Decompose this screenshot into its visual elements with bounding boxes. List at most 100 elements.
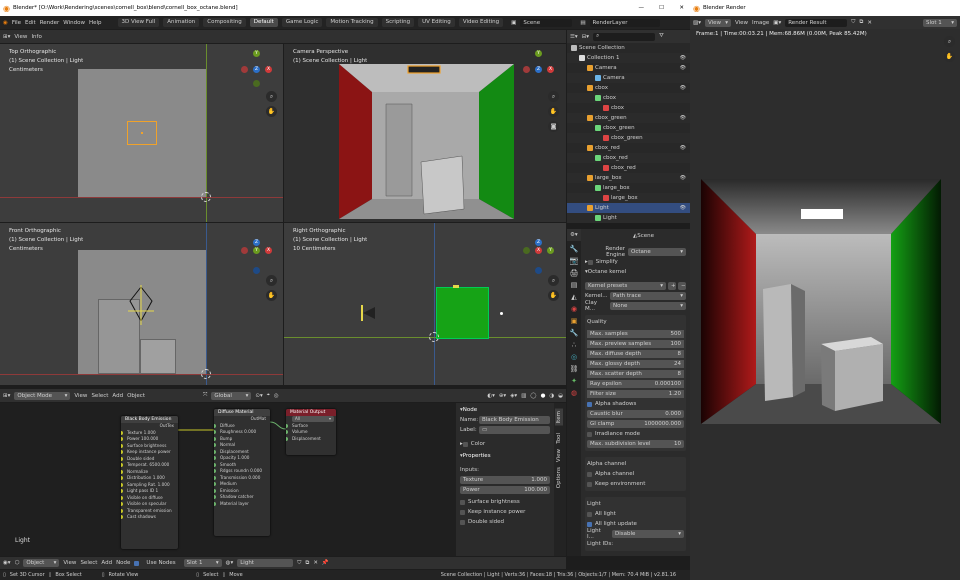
input-socket[interactable] [286,430,288,434]
menu-view[interactable]: View [63,560,76,566]
menu-object[interactable]: Object [127,393,145,399]
emission-socket-row[interactable]: Cast shadows [121,514,178,521]
quality-field[interactable]: Max. glossy depth 24 [587,360,684,368]
simplify-checkbox[interactable] [587,259,593,265]
input-socket[interactable] [121,502,123,506]
visibility-eye-icon[interactable]: 👁 [680,203,686,213]
outliner-item[interactable]: large_box [567,193,690,203]
menu-image[interactable]: Image [752,20,769,26]
outliner-item[interactable]: cbox_red [567,163,690,173]
tab-options[interactable]: Options [555,465,563,490]
input-socket[interactable] [121,469,123,474]
gi-clamp-field[interactable]: GI clamp 1000000.000 [587,420,684,428]
power-field[interactable]: Power 100.000 [460,486,550,494]
window-minimize-icon[interactable]: — [639,5,645,11]
menu-select[interactable]: Select [80,560,97,566]
render-canvas[interactable]: Frame:1 | Time:00:03.21 | Mem:68.86M (0.… [690,29,960,580]
mode-selector[interactable]: Object Mode ▾ [14,391,71,400]
node-name-field[interactable]: Black Body Emission [479,416,550,424]
pan-hand-icon[interactable]: ✋ [944,51,955,62]
remove-preset-button[interactable]: − [678,282,686,290]
outliner-item[interactable]: Camera [567,73,690,83]
menu-node[interactable]: Node [116,560,130,566]
input-socket[interactable] [121,456,123,461]
shading-solid-icon[interactable]: ● [541,393,546,399]
visibility-icon[interactable]: ◐▾ [487,393,495,399]
input-socket[interactable] [214,482,216,486]
menu-file[interactable]: File [12,20,21,26]
camera-view-icon[interactable]: ◙ [548,121,559,132]
diffuse-socket-row[interactable]: Material layer [214,501,270,508]
editor-type-icon[interactable]: ⊞▾ [3,393,10,399]
data-tab-icon[interactable]: ✦ [571,377,577,385]
tab-game-logic[interactable]: Game Logic [281,18,323,27]
physics-tab-icon[interactable]: ◎ [571,353,577,361]
navigation-gizmo[interactable]: Y Z X [236,50,276,90]
menu-add[interactable]: Add [101,560,112,566]
outliner-item[interactable]: Light [567,213,690,223]
zoom-icon[interactable]: ⌕ [266,91,277,102]
transform-orientation[interactable]: Global ▾ [211,391,252,400]
keep-instance-power-checkbox[interactable] [460,509,465,515]
scene-tab-icon[interactable]: ◭ [571,293,576,301]
render-engine-selector[interactable]: Octane ▾ [628,248,686,256]
visibility-eye-icon[interactable]: 👁 [680,63,686,73]
gizmo-x-neg[interactable] [241,66,248,73]
kernel-selector[interactable]: Path trace ▾ [610,292,686,300]
node-black-body-emission[interactable]: Black Body Emission OutTex Texture 1.000… [121,416,178,549]
editor-type-icon[interactable]: ▨▾ [693,20,701,26]
input-socket[interactable] [121,495,123,500]
view-layer-tab-icon[interactable]: ▤ [571,281,578,289]
tab-video-editing[interactable]: Video Editing [458,18,504,27]
output-socket-row[interactable]: Displacement [286,436,336,443]
proportional-icon[interactable]: ◎ [274,393,279,399]
snap-icon[interactable]: ⌖ [267,392,270,399]
tab-uv-editing[interactable]: UV Editing [418,18,455,27]
gizmo-z-axis[interactable]: Z [253,239,260,246]
world-tab-icon[interactable]: ◉ [571,305,577,313]
render-result-field[interactable]: Render Result [785,18,848,27]
fake-user-icon[interactable]: ⛉ [297,560,301,567]
blender-menu-icon[interactable]: ◉ [3,20,8,26]
irradiance-checkbox[interactable] [587,431,592,437]
node-label-field[interactable]: ▭ [479,426,550,434]
editor-type-icon[interactable]: ⚙▾ [570,232,578,238]
keep-environment-checkbox[interactable] [587,481,592,487]
input-socket[interactable] [121,443,123,448]
navigation-gizmo[interactable]: Z X Y [518,239,558,279]
pan-hand-icon[interactable]: ✋ [548,290,559,301]
pan-hand-icon[interactable]: ✋ [266,106,277,117]
menu-view[interactable]: View [74,393,87,399]
light-gizmo-front[interactable] [128,285,154,325]
menu-view[interactable]: View [14,34,27,40]
input-socket[interactable] [121,489,123,493]
input-socket[interactable] [214,469,216,473]
input-socket[interactable] [121,430,123,435]
surface-brightness-checkbox[interactable] [460,499,465,505]
tab-scripting[interactable]: Scripting [381,18,415,27]
outliner-item[interactable]: Camera 👁 [567,63,690,73]
gizmo-y-axis[interactable]: Y [253,50,260,57]
viewport-top-ortho[interactable]: Top Orthographic (1) Scene Collection | … [0,44,283,222]
visibility-eye-icon[interactable]: 👁 [680,143,686,153]
input-socket[interactable] [214,430,216,434]
constraints-tab-icon[interactable]: ⛓ [570,365,579,373]
editor-type-icon[interactable]: ☰▾ [570,34,578,40]
node-material-output[interactable]: Material Output All ▾ Surface Volume Displa… [286,409,336,455]
input-socket[interactable] [121,450,123,454]
gizmo-x-neg[interactable] [523,66,530,73]
pan-hand-icon[interactable]: ✋ [548,106,559,117]
gizmo-x-neg[interactable] [241,247,248,254]
gizmo-y-neg[interactable] [253,80,260,87]
gizmo-z-neg[interactable] [253,267,260,274]
color-checkbox[interactable] [462,441,468,447]
material-tab-icon[interactable]: ◍ [571,389,577,397]
outliner-item[interactable]: cbox [567,93,690,103]
clay-mode-selector[interactable]: None ▾ [610,302,686,310]
editor-type-icon[interactable]: ⊞▾ [3,34,10,40]
node-editor[interactable]: Black Body Emission OutTex Texture 1.000… [0,403,566,556]
input-socket[interactable] [286,423,288,428]
zoom-icon[interactable]: ⌕ [944,36,955,47]
zoom-icon[interactable]: ⌕ [548,275,559,286]
tab-compositing[interactable]: Compositing [203,18,246,27]
